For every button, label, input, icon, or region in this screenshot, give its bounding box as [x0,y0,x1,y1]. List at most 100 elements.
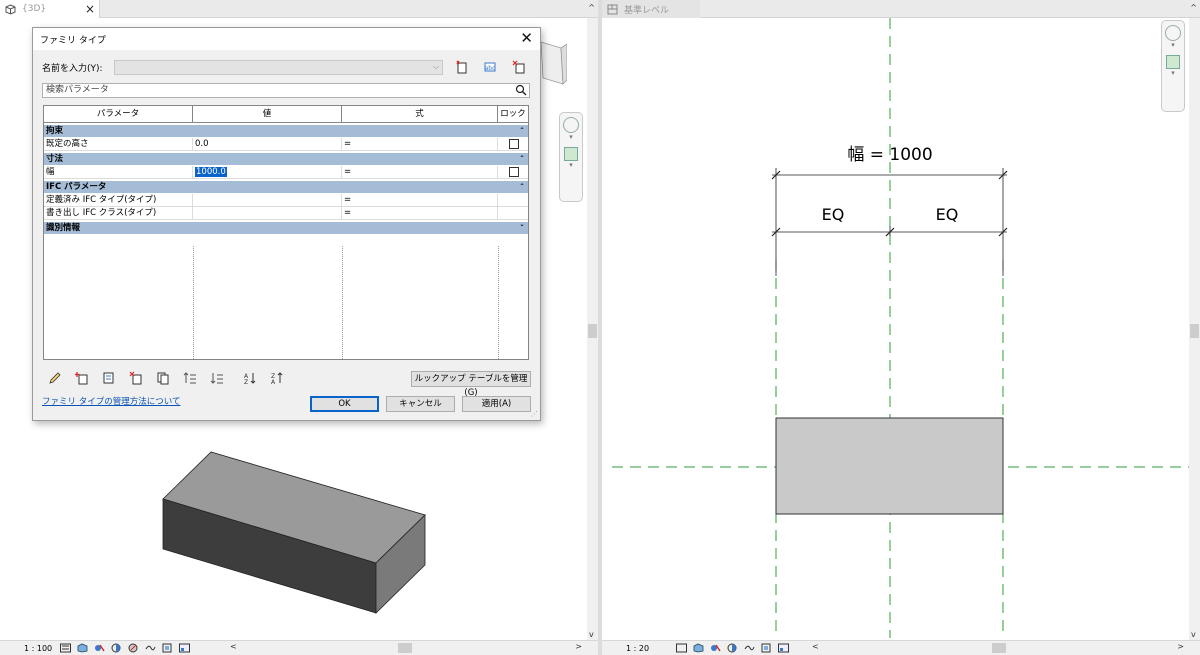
column-header-value[interactable]: 値 [193,106,342,122]
scroll-up-icon[interactable]: ^ [1190,3,1197,12]
vertical-scrollbar[interactable]: v [1189,18,1200,640]
dimension-eq-left[interactable]: EQ [822,205,845,224]
chevron-up-icon[interactable]: ˆ [520,181,524,194]
table-row[interactable]: 書き出し IFC クラス(タイプ) = [44,207,528,220]
shadows-icon[interactable] [111,643,122,653]
crop-view-icon[interactable] [744,643,755,653]
sort-descending-icon[interactable]: ZA [270,371,284,385]
new-type-icon[interactable] [455,60,469,74]
help-link[interactable]: ファミリ タイプの管理方法について [42,395,180,407]
scrollbar-thumb[interactable] [992,643,1006,653]
tab-plan-view[interactable]: 基準レベル [602,0,700,18]
sun-path-icon[interactable] [710,643,721,653]
scroll-right-icon[interactable]: > [575,642,582,651]
vertical-scrollbar[interactable]: v [587,18,598,640]
param-value-field[interactable] [193,194,342,206]
column-header-formula[interactable]: 式 [342,106,498,122]
group-header-ifc[interactable]: IFC パラメータ ˆ [44,181,528,194]
resize-grip-icon[interactable]: ⋰ [531,410,538,418]
param-formula-field[interactable]: = [342,138,498,150]
column-header-lock[interactable]: ロック [498,106,528,122]
delete-type-icon[interactable] [512,60,526,74]
temporary-hide-icon[interactable] [778,643,789,653]
new-parameter-icon[interactable] [75,371,89,385]
scroll-right-icon[interactable]: > [1177,642,1184,651]
param-value-field[interactable]: 1000.0 [193,166,342,178]
chevron-down-icon[interactable]: ▾ [1162,41,1184,49]
navigation-bar[interactable]: ▾ ▾ [1161,20,1185,112]
scroll-down-icon[interactable]: v [1191,630,1196,639]
scroll-down-icon[interactable]: v [589,630,594,639]
chevron-down-icon[interactable]: ▾ [560,161,582,169]
chevron-down-icon[interactable]: ˇ [520,222,524,235]
close-icon[interactable]: × [85,2,95,16]
steering-wheel-icon[interactable] [1165,25,1181,41]
chevron-down-icon[interactable]: ▾ [560,133,582,141]
rename-type-icon[interactable]: abc [483,60,497,74]
chevron-down-icon[interactable]: ▾ [1162,69,1184,77]
close-icon[interactable]: ✕ [520,30,533,46]
show-crop-region-icon[interactable] [761,643,772,653]
scroll-up-icon[interactable]: ^ [588,3,595,12]
crop-view-icon[interactable] [145,643,156,653]
param-formula-field[interactable]: = [342,194,498,206]
scrollbar-thumb[interactable] [588,324,597,338]
plan-view-pane[interactable]: 基準レベル ^ 幅 = 1000 EQ EQ ▾ ▾ v 1: 20 < > [602,0,1200,655]
navigation-bar[interactable]: ▾ ▾ [559,112,583,202]
extrusion-plan[interactable] [775,417,1004,515]
apply-button[interactable]: 適用(A) [462,396,531,412]
edit-parameter-icon[interactable] [48,371,62,385]
sort-ascending-icon[interactable]: AZ [243,371,257,385]
plan-canvas[interactable]: 幅 = 1000 EQ EQ [602,18,1200,638]
visual-style-icon[interactable] [77,643,88,653]
param-formula-field[interactable]: = [342,166,498,178]
show-crop-region-icon[interactable] [162,643,173,653]
type-name-dropdown[interactable]: ⌵ [114,60,443,75]
search-parameters-input[interactable]: 検索パラメータ [42,83,530,98]
sun-path-icon[interactable] [94,643,105,653]
table-row[interactable]: 定義済み IFC タイプ(タイプ) = [44,194,528,207]
tab-3d-view[interactable]: {3D} × [0,0,100,18]
group-header-constraints[interactable]: 拘束 ˆ [44,125,528,138]
detail-level-icon[interactable] [60,643,71,653]
detail-level-icon[interactable] [676,643,687,653]
cancel-button[interactable]: キャンセル [386,396,455,412]
chevron-up-icon[interactable]: ˆ [520,153,524,166]
chevron-up-icon[interactable]: ˆ [520,125,524,138]
scroll-left-icon[interactable]: < [812,642,819,651]
table-row[interactable]: 幅 1000.0 = [44,166,528,179]
parameters-grid[interactable]: パラメータ 値 式 ロック 拘束 ˆ 既定の高さ 0.0 = 寸法 ˆ 幅 10… [43,105,529,360]
view-cube[interactable] [537,38,567,88]
group-header-identity[interactable]: 識別情報 ˇ [44,222,528,235]
manage-lookup-tables-button[interactable]: ルックアップ テーブルを管理(G) [411,371,531,398]
ok-button[interactable]: OK [310,396,379,412]
view-scale[interactable]: 1 : 20 [602,644,662,653]
scrollbar-thumb[interactable] [1190,324,1199,338]
horizontal-scrollbar[interactable]: < > [226,642,598,654]
lock-checkbox[interactable] [509,139,519,149]
view-scale[interactable]: 1 : 100 [0,644,60,653]
copy-parameter-icon[interactable] [156,371,170,385]
param-formula-field[interactable]: = [342,207,498,219]
temporary-hide-icon[interactable] [179,643,190,653]
steering-wheel-icon[interactable] [563,117,579,133]
column-header-parameter[interactable]: パラメータ [44,106,193,122]
rename-parameter-icon[interactable] [102,371,116,385]
param-value-field[interactable]: 0.0 [193,138,342,150]
dimension-eq-right[interactable]: EQ [936,205,959,224]
render-icon[interactable] [128,643,139,653]
scroll-left-icon[interactable]: < [230,642,237,651]
scrollbar-thumb[interactable] [398,643,412,653]
selected-value-text[interactable]: 1000.0 [195,167,227,177]
table-row[interactable]: 既定の高さ 0.0 = [44,138,528,151]
param-value-field[interactable] [193,207,342,219]
visual-style-icon[interactable] [693,643,704,653]
dimension-total-label[interactable]: 幅 = 1000 [847,145,932,165]
dialog-titlebar[interactable]: ファミリ タイプ ✕ [33,28,540,50]
move-up-icon[interactable] [183,371,197,385]
horizontal-scrollbar[interactable]: < > [808,642,1200,654]
move-down-icon[interactable] [210,371,224,385]
group-header-dimensions[interactable]: 寸法 ˆ [44,153,528,166]
shadows-icon[interactable] [727,643,738,653]
search-icon[interactable] [515,84,527,96]
